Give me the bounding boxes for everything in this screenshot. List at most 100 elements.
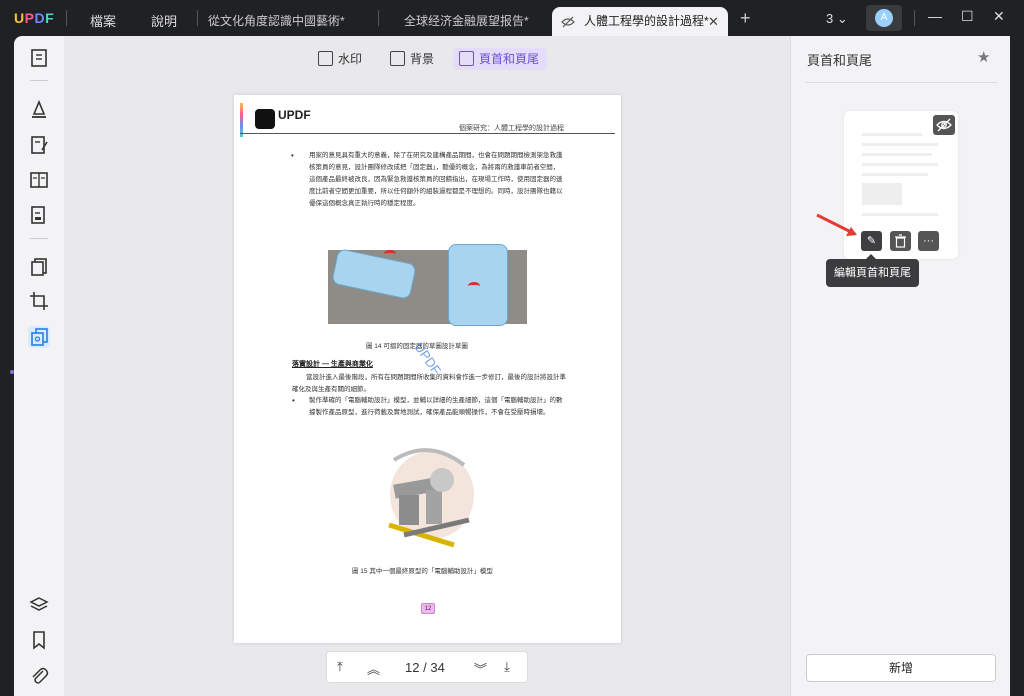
thumb-line — [862, 213, 938, 216]
header-logo: UPDF — [240, 103, 320, 137]
edit-template-button[interactable]: ✎ — [861, 231, 882, 251]
bullet-icon: • — [291, 151, 294, 160]
title-separator — [197, 10, 198, 26]
avatar: A — [875, 9, 893, 27]
maximize-icon[interactable]: ☐ — [961, 8, 974, 25]
minimize-icon[interactable]: — — [928, 8, 942, 24]
tab-label: 人體工程學的設計過程* — [584, 14, 709, 28]
thumb-line — [862, 143, 938, 146]
edit-tooltip: 編輯頁首和頁尾 — [826, 254, 919, 287]
page-separator: / — [423, 660, 427, 675]
left-toolbar — [10, 36, 64, 696]
bookmark-icon[interactable] — [28, 629, 50, 651]
new-tab-button[interactable]: + — [740, 8, 751, 29]
app-logo: UPDF — [14, 10, 55, 26]
next-page-icon[interactable]: ︾ — [474, 659, 487, 678]
last-page-icon[interactable]: ⤓ — [504, 659, 510, 675]
thumb-line — [862, 133, 922, 136]
tab-label: 從文化角度認識中國藝術* — [208, 14, 345, 28]
reader-mode-icon[interactable] — [28, 47, 50, 69]
figure-caption: 圖 15 其中一個最終原型的「電腦輔助設計」模型 — [352, 568, 493, 575]
header-text: 個案研究：人體工程學的設計過程 — [459, 125, 564, 132]
figure-image — [328, 244, 527, 326]
tab-count-value: 3 — [826, 11, 834, 26]
thumb-line — [862, 163, 938, 166]
menu-help[interactable]: 說明 — [151, 11, 177, 30]
header-footer-label: 頁首和頁尾 — [479, 52, 540, 66]
header-footer-icon — [459, 51, 474, 66]
page-tools-icon[interactable] — [28, 326, 50, 348]
arrow-mark — [384, 250, 396, 258]
current-page[interactable]: 12 — [405, 660, 419, 675]
chevron-down-icon: ⌄ — [836, 11, 848, 26]
tab-label: 全球经济金融展望报告* — [404, 14, 529, 28]
header-footer-button[interactable]: 頁首和頁尾 — [453, 48, 548, 70]
user-avatar-button[interactable]: A — [866, 5, 902, 31]
logo-bar — [240, 103, 243, 137]
toolbar-separator — [30, 238, 48, 239]
delete-template-button[interactable] — [890, 231, 911, 251]
menu-file[interactable]: 檔案 — [90, 11, 116, 30]
background-label: 背景 — [410, 52, 435, 66]
star-icon[interactable]: ★ — [977, 48, 990, 66]
watermark-button[interactable]: 水印 — [312, 48, 370, 70]
title-bar: UPDF 檔案 說明 從文化角度認識中國藝術* 全球经济金融展望报告* 人體工程… — [0, 0, 1024, 36]
pencil-icon: ✎ — [866, 235, 877, 247]
header-rule — [240, 133, 615, 134]
tab-separator — [378, 10, 379, 26]
window-edge — [1010, 36, 1024, 696]
page-number-badge: 12 — [421, 603, 435, 614]
more-icon: ··· — [923, 235, 934, 247]
paragraph: 製作準確的「電腦輔助設計」模型，並輔以詳細的生產細節，這個「電腦輔助設計」的數據… — [309, 397, 563, 416]
tab-document-1[interactable]: 從文化角度認識中國藝術* — [208, 7, 378, 36]
toolbar-separator — [30, 80, 48, 81]
watermark-icon — [318, 51, 333, 66]
previous-page-icon[interactable]: ︽ — [367, 659, 380, 678]
figure-part — [331, 248, 417, 300]
trash-icon — [895, 234, 906, 248]
logo-text: UPDF — [278, 108, 311, 122]
figure-image — [388, 448, 474, 548]
add-button[interactable]: 新增 — [806, 654, 996, 682]
fill-sign-icon[interactable] — [28, 204, 50, 226]
attachment-icon[interactable] — [28, 664, 50, 686]
header-footer-panel: 頁首和頁尾 ★ ✎ ··· 編輯頁首和頁尾 新增 — [790, 36, 1010, 696]
section-title: 落實設計 — 生產與商業化 — [292, 361, 373, 368]
more-options-button[interactable]: ··· — [918, 231, 939, 251]
document-area: 水印 背景 頁首和頁尾 UPDF 個案研究：人體工程學的設計過程 • 用家的意見… — [64, 36, 790, 696]
red-arrow-icon — [816, 213, 857, 236]
watermark-label: 水印 — [338, 52, 363, 66]
eye-off-icon — [936, 118, 952, 132]
page-tools-bar: 水印 背景 頁首和頁尾 — [64, 36, 790, 80]
arrow-mark — [468, 282, 480, 290]
comment-icon[interactable] — [28, 98, 50, 120]
updf-logo-icon — [255, 109, 275, 129]
active-indicator — [10, 370, 14, 374]
tab-document-3[interactable]: 人體工程學的設計過程* ✕ — [552, 7, 728, 36]
first-page-icon[interactable]: ⤒ — [337, 659, 343, 675]
form-icon[interactable] — [28, 169, 50, 191]
total-pages: 34 — [430, 660, 445, 675]
panel-separator — [805, 82, 997, 83]
bullet-icon: • — [292, 396, 295, 405]
tab-count[interactable]: 3 ⌄ — [826, 11, 848, 27]
edit-pdf-icon[interactable] — [28, 134, 50, 156]
organize-pages-icon[interactable] — [28, 256, 50, 278]
pdf-page[interactable]: UPDF 個案研究：人體工程學的設計過程 • 用家的意見具有重大的意義，除了在研… — [234, 95, 621, 643]
thumb-line — [862, 173, 928, 176]
hide-template-button[interactable] — [933, 115, 955, 135]
background-button[interactable]: 背景 — [384, 48, 442, 70]
thumb-line — [862, 153, 932, 156]
tab-document-2[interactable]: 全球经济金融展望报告* — [404, 7, 544, 36]
background-icon — [390, 51, 405, 66]
paragraph: 用家的意見具有重大的意義，除了在研究及建構產品期間，也會在問題期間檢測架急救護核… — [309, 152, 563, 207]
page-navigation: ⤒ ︽ 12 / 34 ︾ ⤓ — [326, 651, 528, 683]
page-indicator[interactable]: 12 / 34 — [405, 660, 445, 675]
crop-icon[interactable] — [28, 290, 50, 312]
thumb-image — [862, 183, 902, 205]
layers-icon[interactable] — [28, 594, 50, 616]
close-window-icon[interactable]: ✕ — [993, 8, 1005, 25]
title-separator — [914, 10, 915, 26]
panel-title: 頁首和頁尾 — [807, 53, 873, 68]
close-tab-icon[interactable]: ✕ — [708, 7, 719, 36]
